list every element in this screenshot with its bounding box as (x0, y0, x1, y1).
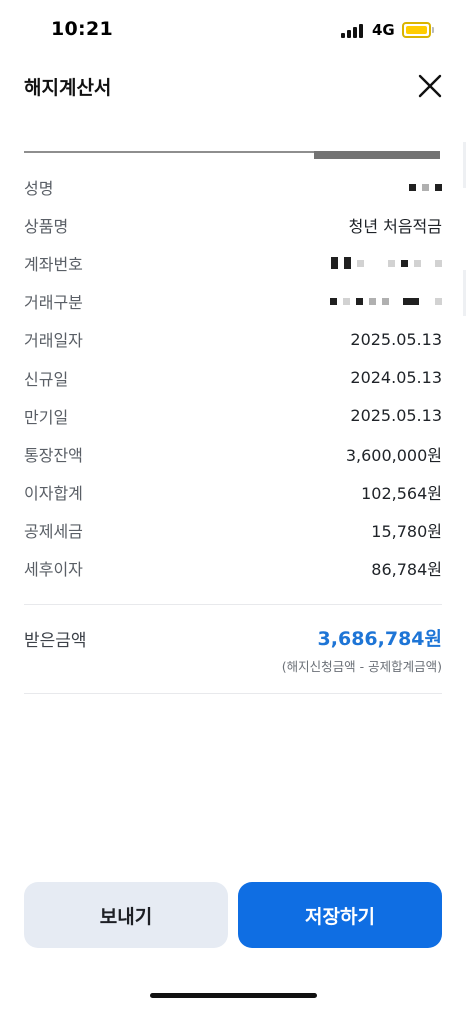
row-interest-total: 이자합계 102,564원 (24, 473, 442, 511)
row-label: 이자합계 (24, 483, 83, 503)
received-label: 받은금액 (24, 631, 87, 651)
close-button[interactable] (414, 70, 446, 102)
row-label: 성명 (24, 179, 54, 199)
row-label: 공제세금 (24, 521, 83, 541)
row-label: 신규일 (24, 369, 69, 389)
row-label: 계좌번호 (24, 255, 83, 275)
row-label: 통장잔액 (24, 445, 83, 465)
scroll-progress-track (24, 151, 314, 153)
row-value: 청년 처음적금 (348, 217, 442, 237)
scroll-progress (24, 151, 440, 159)
scroll-progress-thumb[interactable] (314, 151, 440, 159)
row-name: 성명 (24, 168, 442, 206)
received-summary: 받은금액 3,686,784원 (해지신청금액 - 공제합계금액) (24, 624, 442, 686)
detail-list: 성명 상품명 청년 처음적금 계좌번호 거래구분 거래일자 2025.05.13… (24, 168, 442, 587)
signal-icon (341, 24, 367, 38)
row-product: 상품명 청년 처음적금 (24, 206, 442, 244)
masked-value (324, 297, 442, 305)
row-value: 86,784원 (371, 559, 442, 579)
row-value: 15,780원 (371, 521, 442, 541)
home-indicator[interactable] (150, 993, 317, 998)
row-tax: 공제세금 15,780원 (24, 511, 442, 549)
row-label: 만기일 (24, 407, 69, 427)
row-value: 102,564원 (361, 483, 442, 503)
row-label: 거래일자 (24, 331, 83, 351)
status-time: 10:21 (51, 18, 113, 40)
row-value: 2025.05.13 (350, 406, 442, 426)
row-label: 세후이자 (24, 559, 83, 579)
divider (24, 604, 442, 605)
row-label: 상품명 (24, 217, 69, 237)
row-transaction-date: 거래일자 2025.05.13 (24, 320, 442, 358)
row-account-number: 계좌번호 (24, 244, 442, 282)
row-value: 2024.05.13 (350, 368, 442, 388)
send-button[interactable]: 보내기 (24, 882, 228, 948)
status-bar: 10:21 4G (0, 0, 466, 62)
network-type: 4G (372, 21, 395, 39)
received-formula-note: (해지신청금액 - 공제합계금액) (281, 659, 442, 674)
masked-value (403, 183, 442, 191)
battery-icon (402, 22, 431, 38)
page-title: 해지계산서 (24, 77, 112, 99)
row-after-tax-interest: 세후이자 86,784원 (24, 549, 442, 587)
row-open-date: 신규일 2024.05.13 (24, 358, 442, 396)
row-value: 2025.05.13 (350, 329, 442, 349)
row-balance: 통장잔액 3,600,000원 (24, 435, 442, 473)
masked-value (325, 257, 442, 270)
row-label: 거래구분 (24, 293, 83, 313)
close-icon (418, 74, 442, 98)
received-amount: 3,686,784원 (317, 628, 442, 650)
header: 해지계산서 (0, 62, 466, 110)
row-value: 3,600,000원 (345, 445, 442, 465)
divider (24, 693, 442, 694)
row-transaction-type: 거래구분 (24, 282, 442, 320)
save-button[interactable]: 저장하기 (238, 882, 442, 948)
row-maturity-date: 만기일 2025.05.13 (24, 397, 442, 435)
battery-tip (432, 27, 434, 33)
